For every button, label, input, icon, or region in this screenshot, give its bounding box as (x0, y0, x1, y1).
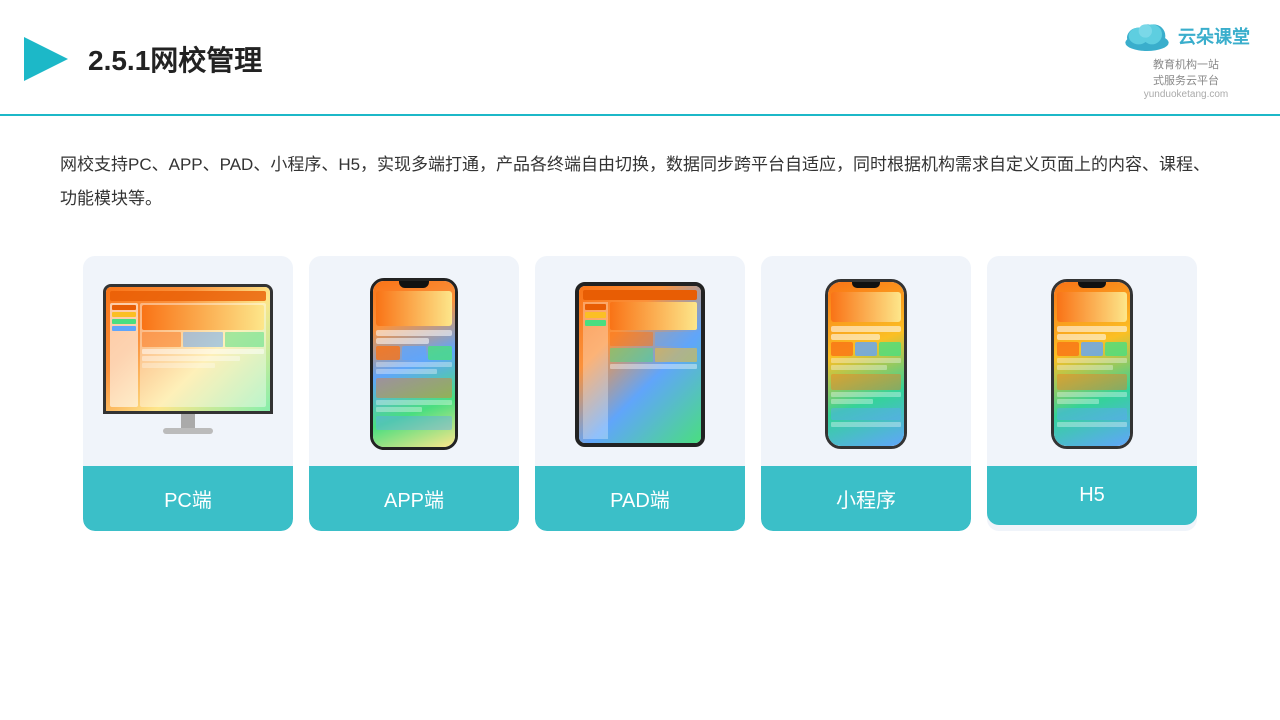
mini-image-area (761, 256, 971, 466)
mini-mockup (825, 279, 907, 449)
app-mockup (370, 278, 458, 450)
card-mini-label: 小程序 (761, 466, 971, 531)
h5-image-area (987, 256, 1197, 466)
logo-name: 云朵课堂 (1178, 23, 1250, 49)
logo-subtitle: 教育机构一站式服务云平台 (1153, 56, 1219, 88)
app-image-area (309, 256, 519, 466)
card-pc: PC端 (83, 256, 293, 531)
description-text: 网校支持PC、APP、PAD、小程序、H5，实现多端打通，产品各终端自由切换，数… (0, 116, 1280, 236)
card-h5-label: H5 (987, 466, 1197, 525)
brand-icon (20, 33, 72, 85)
cloud-logo-icon (1122, 18, 1172, 54)
pad-image-area (535, 256, 745, 466)
card-app: APP端 (309, 256, 519, 531)
header: 2.5.1网校管理 云朵课堂 教育机构一站式服务云平台 yunduoketang… (0, 0, 1280, 116)
card-h5: H5 (987, 256, 1197, 531)
pc-mockup (103, 284, 273, 444)
card-mini: 小程序 (761, 256, 971, 531)
card-pad-label: PAD端 (535, 466, 745, 531)
page-title: 2.5.1网校管理 (88, 39, 262, 79)
h5-mockup (1051, 279, 1133, 449)
cards-container: PC端 (0, 236, 1280, 531)
pad-mockup (575, 282, 705, 447)
card-pc-label: PC端 (83, 466, 293, 531)
header-left: 2.5.1网校管理 (20, 33, 262, 85)
logo-url: yunduoketang.com (1144, 89, 1229, 100)
logo-cloud: 云朵课堂 (1122, 18, 1250, 54)
card-app-label: APP端 (309, 466, 519, 531)
logo-area: 云朵课堂 教育机构一站式服务云平台 yunduoketang.com (1122, 18, 1250, 100)
card-pad: PAD端 (535, 256, 745, 531)
pc-image-area (83, 256, 293, 466)
